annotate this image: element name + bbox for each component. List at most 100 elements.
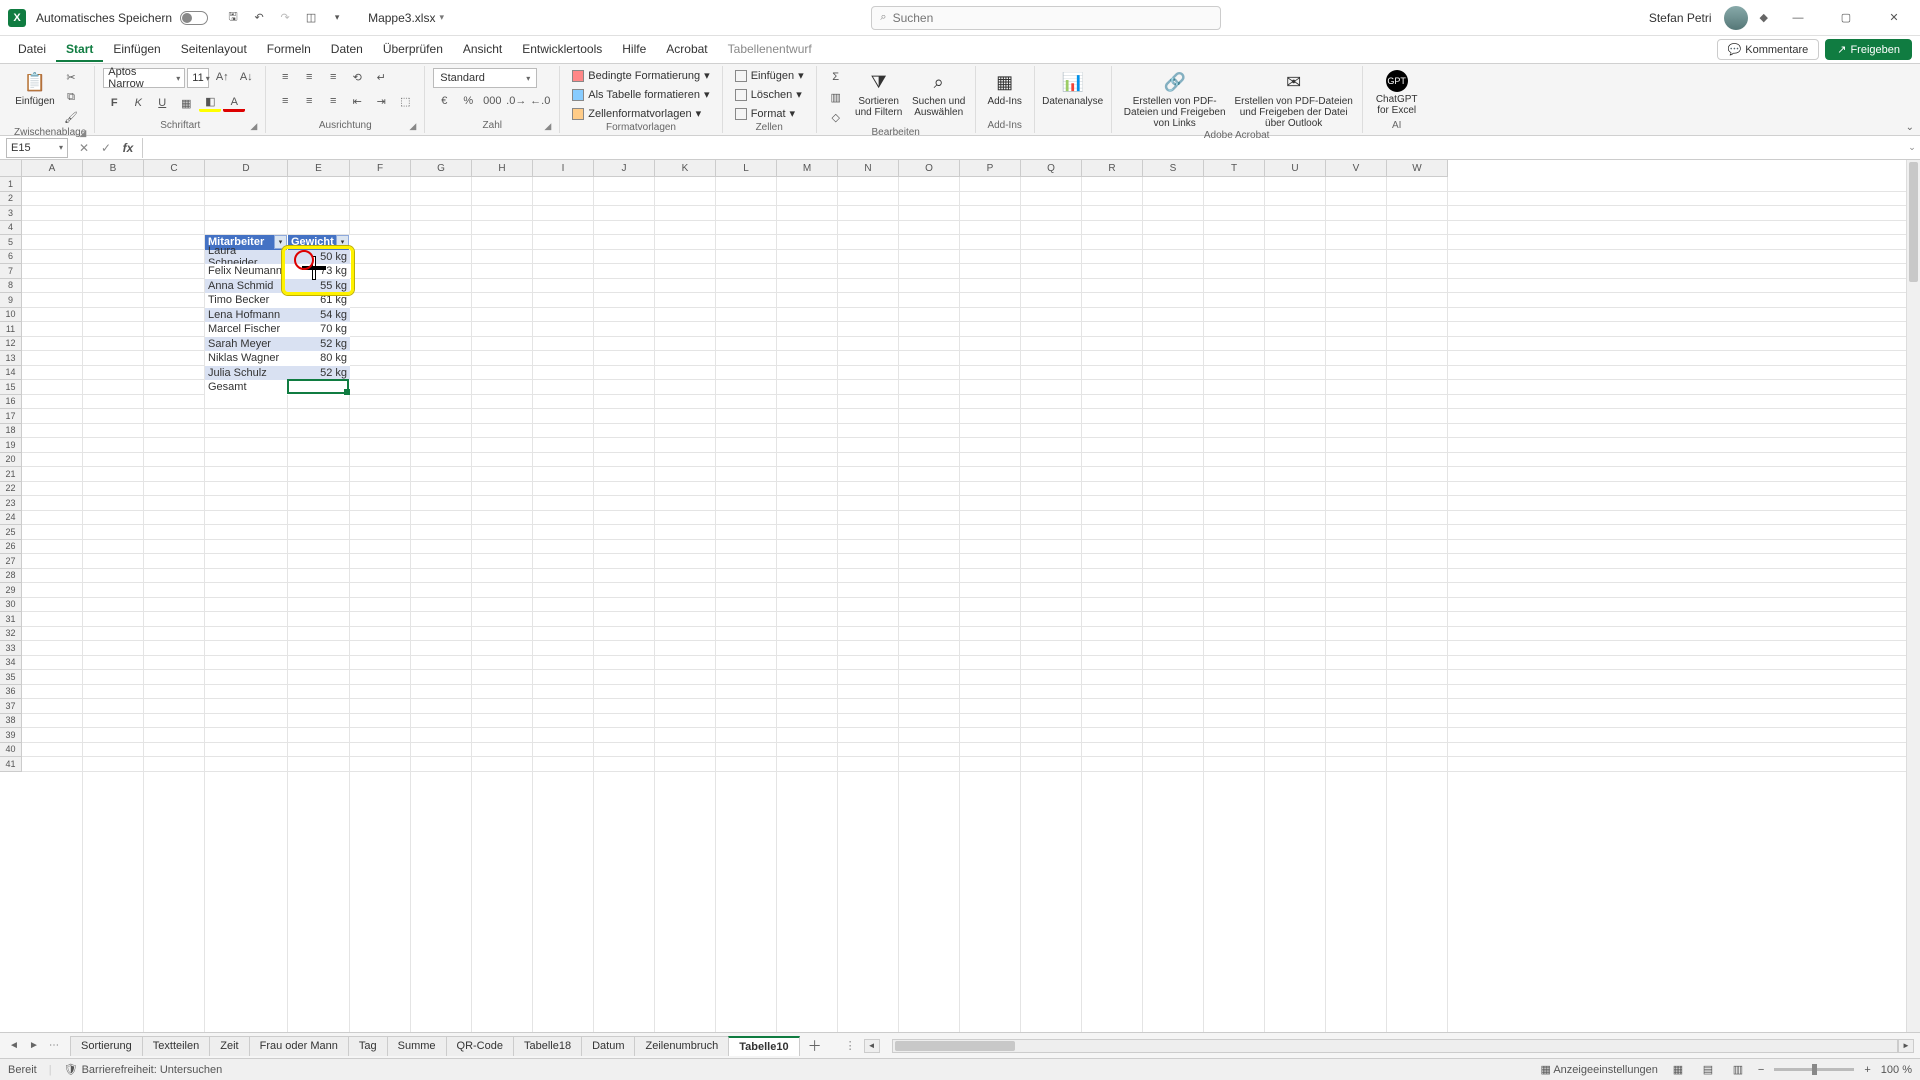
sheet-tab-summe[interactable]: Summe <box>387 1036 447 1056</box>
ribbon-tab-seitenlayout[interactable]: Seitenlayout <box>171 38 257 62</box>
font-size-combo[interactable]: 11▾ <box>187 68 209 88</box>
col-header-R[interactable]: R <box>1082 160 1143 177</box>
share-button[interactable]: ↗ Freigeben <box>1825 39 1912 60</box>
row-header-20[interactable]: 20 <box>0 453 22 468</box>
table-cell-weight-8[interactable]: 52 kg <box>288 366 350 381</box>
align-right-icon[interactable]: ≡ <box>322 92 344 110</box>
ribbon-tab-hilfe[interactable]: Hilfe <box>612 38 656 62</box>
decrease-decimal-icon[interactable]: ←.0 <box>529 92 551 110</box>
row-header-26[interactable]: 26 <box>0 540 22 555</box>
ribbon-tab-ansicht[interactable]: Ansicht <box>453 38 512 62</box>
col-header-F[interactable]: F <box>350 160 411 177</box>
find-select-button[interactable]: ⌕Suchen und Auswählen <box>911 68 967 118</box>
align-bottom-icon[interactable]: ≡ <box>322 68 344 86</box>
currency-icon[interactable]: € <box>433 92 455 110</box>
clipboard-launcher-icon[interactable]: ◢ <box>79 126 86 140</box>
col-header-W[interactable]: W <box>1387 160 1448 177</box>
percent-icon[interactable]: % <box>457 92 479 110</box>
font-launcher-icon[interactable]: ◢ <box>250 119 257 133</box>
table-cell-weight-2[interactable]: 55 kg <box>288 279 350 294</box>
row-header-28[interactable]: 28 <box>0 569 22 584</box>
col-header-D[interactable]: D <box>205 160 288 177</box>
row-header-23[interactable]: 23 <box>0 496 22 511</box>
wrap-text-icon[interactable]: ↵ <box>370 68 392 86</box>
hscroll-left-icon[interactable]: ◄ <box>864 1039 880 1053</box>
page-break-view-icon[interactable]: ▥ <box>1728 1062 1748 1078</box>
row-header-40[interactable]: 40 <box>0 743 22 758</box>
col-header-O[interactable]: O <box>899 160 960 177</box>
clear-icon[interactable]: ◇ <box>825 108 847 126</box>
filename[interactable]: Mappe3.xlsx <box>368 11 435 25</box>
col-header-A[interactable]: A <box>22 160 83 177</box>
row-header-30[interactable]: 30 <box>0 598 22 613</box>
zoom-level[interactable]: 100 % <box>1881 1064 1912 1076</box>
ribbon-tab-überprüfen[interactable]: Überprüfen <box>373 38 453 62</box>
row-header-17[interactable]: 17 <box>0 409 22 424</box>
select-all-cell[interactable] <box>0 160 22 177</box>
table-total-value[interactable] <box>288 380 350 395</box>
sheet-tab-tag[interactable]: Tag <box>348 1036 388 1056</box>
align-center-icon[interactable]: ≡ <box>298 92 320 110</box>
table-cell-name-6[interactable]: Sarah Meyer <box>205 337 288 352</box>
ribbon-tab-datei[interactable]: Datei <box>8 38 56 62</box>
table-cell-name-4[interactable]: Lena Hofmann <box>205 308 288 323</box>
col-header-C[interactable]: C <box>144 160 205 177</box>
table-cell-weight-4[interactable]: 54 kg <box>288 308 350 323</box>
zoom-out-icon[interactable]: − <box>1758 1064 1764 1076</box>
sort-filter-button[interactable]: ⧩Sortieren und Filtern <box>851 68 907 118</box>
row-header-10[interactable]: 10 <box>0 308 22 323</box>
search-input[interactable] <box>893 11 1213 25</box>
row-header-1[interactable]: 1 <box>0 177 22 192</box>
table-cell-weight-5[interactable]: 70 kg <box>288 322 350 337</box>
sheet-tab-datum[interactable]: Datum <box>581 1036 635 1056</box>
sheet-nav-next-icon[interactable]: ► <box>26 1037 42 1055</box>
conditional-formatting-button[interactable]: Bedingte Formatierung ▾ <box>568 68 713 83</box>
col-header-H[interactable]: H <box>472 160 533 177</box>
row-header-36[interactable]: 36 <box>0 685 22 700</box>
ribbon-tab-start[interactable]: Start <box>56 38 103 62</box>
sheet-tab-tabelle10[interactable]: Tabelle10 <box>728 1036 799 1056</box>
row-header-11[interactable]: 11 <box>0 322 22 337</box>
increase-font-icon[interactable]: A↑ <box>211 68 233 86</box>
addins-button[interactable]: ▦Add-Ins <box>984 68 1026 107</box>
zoom-in-icon[interactable]: + <box>1864 1064 1870 1076</box>
col-header-B[interactable]: B <box>83 160 144 177</box>
row-header-35[interactable]: 35 <box>0 670 22 685</box>
underline-icon[interactable]: U <box>151 94 173 112</box>
bold-icon[interactable]: F <box>103 94 125 112</box>
row-header-9[interactable]: 9 <box>0 293 22 308</box>
row-header-8[interactable]: 8 <box>0 279 22 294</box>
row-header-32[interactable]: 32 <box>0 627 22 642</box>
merge-icon[interactable]: ⬚ <box>394 92 416 110</box>
accept-formula-icon[interactable]: ✓ <box>96 138 116 158</box>
number-launcher-icon[interactable]: ◢ <box>544 119 551 133</box>
sheet-nav-prev-icon[interactable]: ◄ <box>6 1037 22 1055</box>
table-cell-weight-7[interactable]: 80 kg <box>288 351 350 366</box>
align-middle-icon[interactable]: ≡ <box>298 68 320 86</box>
row-header-21[interactable]: 21 <box>0 467 22 482</box>
minimize-icon[interactable]: — <box>1780 4 1816 32</box>
table-cell-weight-6[interactable]: 52 kg <box>288 337 350 352</box>
col-header-S[interactable]: S <box>1143 160 1204 177</box>
table-cell-weight-3[interactable]: 61 kg <box>288 293 350 308</box>
decrease-font-icon[interactable]: A↓ <box>235 68 257 86</box>
orientation-icon[interactable]: ⟲ <box>346 68 368 86</box>
border-icon[interactable]: ▦ <box>175 94 197 112</box>
normal-view-icon[interactable]: ▦ <box>1668 1062 1688 1078</box>
formula-input[interactable] <box>142 138 1904 158</box>
sheet-tab-tabelle18[interactable]: Tabelle18 <box>513 1036 582 1056</box>
row-header-14[interactable]: 14 <box>0 366 22 381</box>
row-header-18[interactable]: 18 <box>0 424 22 439</box>
row-header-38[interactable]: 38 <box>0 714 22 729</box>
row-header-12[interactable]: 12 <box>0 337 22 352</box>
col-header-I[interactable]: I <box>533 160 594 177</box>
fx-icon[interactable]: fx <box>118 138 138 158</box>
sheet-tab-frau oder mann[interactable]: Frau oder Mann <box>249 1036 349 1056</box>
col-header-T[interactable]: T <box>1204 160 1265 177</box>
collapse-ribbon-icon[interactable]: ⌄ <box>1906 122 1914 133</box>
data-analysis-button[interactable]: 📊Datenanalyse <box>1043 68 1103 107</box>
sheet-tab-zeit[interactable]: Zeit <box>209 1036 249 1056</box>
acrobat-outlook-button[interactable]: ✉Erstellen von PDF-Dateien und Freigeben… <box>1234 68 1354 129</box>
row-header-13[interactable]: 13 <box>0 351 22 366</box>
qat-customize-icon[interactable]: ▾ <box>326 7 348 29</box>
